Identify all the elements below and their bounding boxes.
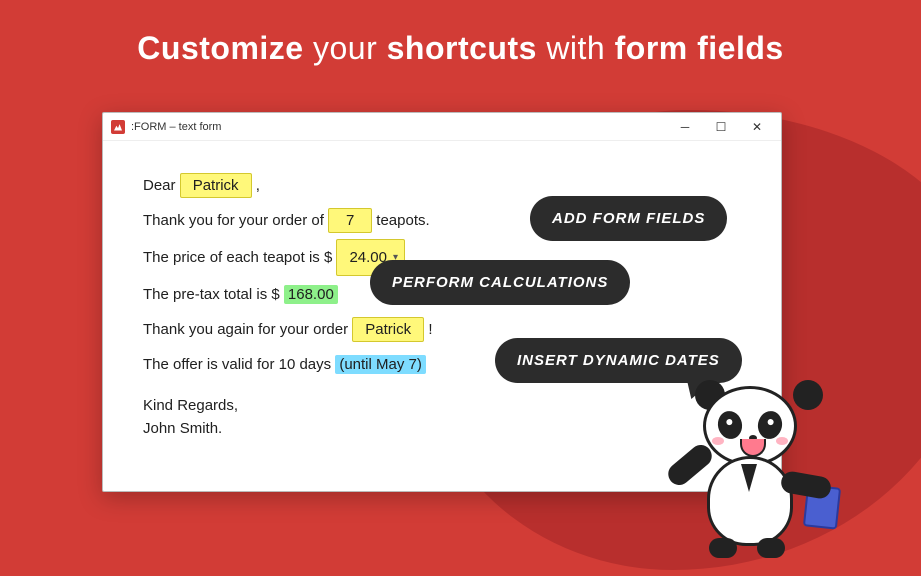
text-thanks2: Thank you again for your order xyxy=(143,321,348,338)
headline-strong-2: shortcuts xyxy=(387,30,537,66)
app-icon xyxy=(111,120,125,134)
maximize-button[interactable]: ☐ xyxy=(703,116,739,138)
headline-strong-3: form fields xyxy=(615,30,784,66)
headline-span-2: with xyxy=(537,30,615,66)
callout-calculations: PERFORM CALCULATIONS xyxy=(370,260,630,305)
sign-line2: John Smith. xyxy=(143,420,222,437)
sign-line1: Kind Regards, xyxy=(143,397,238,414)
dynamic-date: (until May 7) xyxy=(335,355,426,374)
close-button[interactable]: ✕ xyxy=(739,116,775,138)
minimize-button[interactable]: ─ xyxy=(667,116,703,138)
text-dear: Dear xyxy=(143,177,176,194)
page-headline: Customize your shortcuts with form field… xyxy=(0,0,921,67)
text-teapots: teapots. xyxy=(376,212,429,229)
titlebar: :FORM – text form ─ ☐ ✕ xyxy=(103,113,781,141)
panda-mascot xyxy=(675,386,825,556)
headline-span-1: your xyxy=(304,30,387,66)
text-total: The pre-tax total is $ xyxy=(143,286,280,303)
text-excl: ! xyxy=(428,321,432,338)
window-title: :FORM – text form xyxy=(131,121,667,133)
quantity-field[interactable]: 7 xyxy=(328,208,372,233)
text-price: The price of each teapot is $ xyxy=(143,249,332,266)
text-comma: , xyxy=(256,177,260,194)
text-valid: The offer is valid for 10 days xyxy=(143,356,331,373)
text-order: Thank you for your order of xyxy=(143,212,324,229)
callout-form-fields: ADD FORM FIELDS xyxy=(530,196,727,241)
callout-dynamic-dates: INSERT DYNAMIC DATES xyxy=(495,338,742,383)
calculated-total: 168.00 xyxy=(284,285,338,304)
name-field[interactable]: Patrick xyxy=(180,173,252,198)
headline-strong-1: Customize xyxy=(137,30,303,66)
name-field-2[interactable]: Patrick xyxy=(352,317,424,342)
